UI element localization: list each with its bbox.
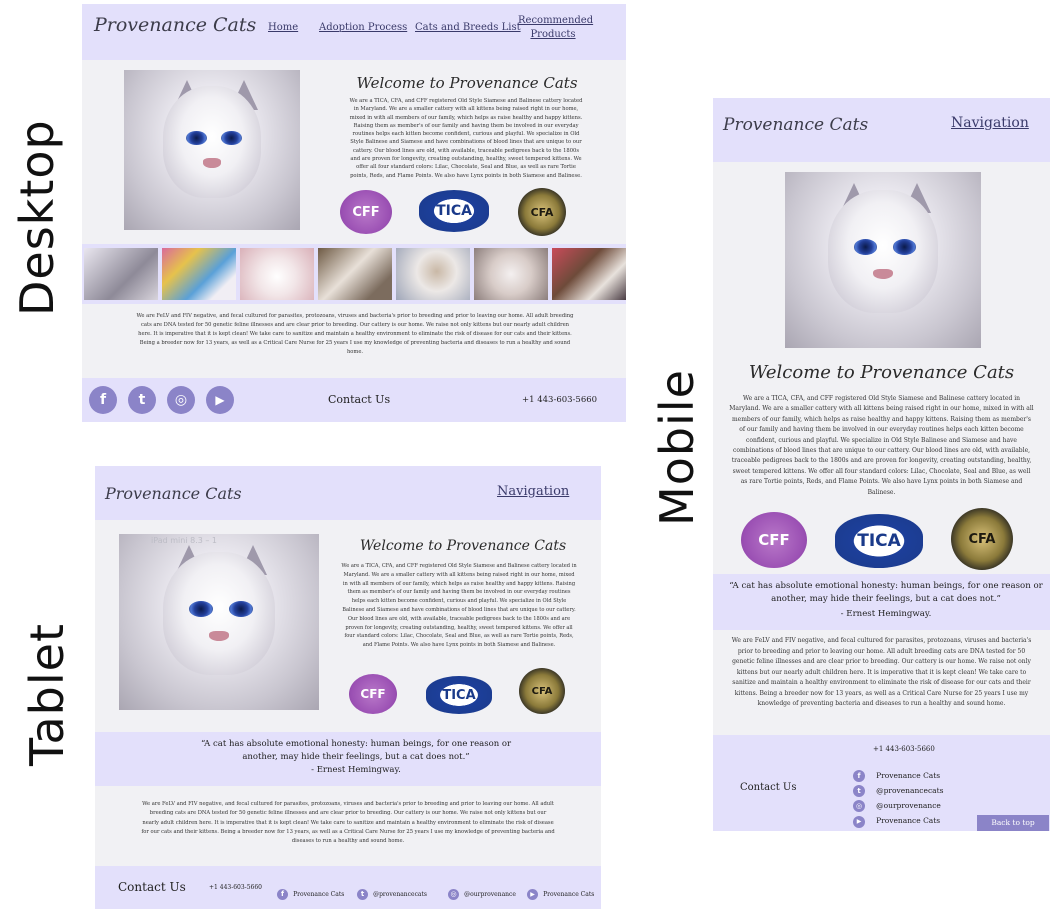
facebook-icon: f: [277, 889, 288, 900]
desktop-nav-adoption[interactable]: Adoption Process: [319, 22, 407, 33]
strip-photo: [552, 248, 626, 300]
tablet-frame-overlay-label: iPad mini 8.3 – 1: [151, 536, 217, 545]
tablet-nav-toggle[interactable]: Navigation: [497, 484, 569, 499]
desktop-intro-text: We are a TICA, CFA, and CFF registered O…: [349, 98, 583, 179]
youtube-icon[interactable]: ▶: [206, 386, 234, 414]
desktop-footer: f t ◎ ▶ Contact Us +1 443-603-5660: [82, 378, 626, 422]
mobile-intro-text: We are a TICA, CFA, and CFF registered O…: [729, 395, 1034, 496]
mobile-label: Mobile: [650, 369, 704, 526]
mobile-header: Provenance Cats Navigation: [713, 98, 1050, 162]
tablet-label: Tablet: [20, 623, 74, 766]
tablet-hero-cat-photo: [119, 534, 319, 710]
tablet-quote-band: “A cat has absolute emotional honesty: h…: [95, 732, 601, 786]
desktop-mockup: Provenance Cats Home Adoption Process Ca…: [82, 4, 626, 422]
instagram-icon[interactable]: ◎: [167, 386, 195, 414]
tablet-cfa-badge: CFA: [519, 668, 565, 714]
desktop-hero-cat-photo: [124, 70, 300, 230]
tablet-quote-author: - Ernest Hemingway.: [311, 765, 401, 775]
youtube-icon: ▶: [527, 889, 538, 900]
mobile-quote-author: - Ernest Hemingway.: [840, 609, 932, 619]
desktop-logo[interactable]: Provenance Cats: [94, 14, 256, 36]
mobile-health-text: We are FeLV and FIV negative, and fecal …: [731, 637, 1032, 707]
tablet-header: Provenance Cats Navigation: [95, 466, 601, 520]
strip-photo: [84, 248, 158, 300]
back-to-top-button[interactable]: Back to top: [977, 815, 1049, 831]
strip-photo: [318, 248, 392, 300]
desktop-health-text: We are FeLV and FIV negative, and fecal …: [136, 313, 574, 355]
desktop-cfa-badge: CFA: [518, 188, 566, 236]
mobile-cfa-badge: CFA: [951, 508, 1013, 570]
tablet-facebook-link[interactable]: f Provenance Cats: [277, 881, 344, 900]
mobile-nav-toggle[interactable]: Navigation: [951, 115, 1029, 131]
tablet-cff-badge: CFF: [349, 674, 397, 714]
mobile-footer: +1 443-603-5660 Contact Us f Provenance …: [713, 735, 1050, 831]
instagram-icon: ◎: [448, 889, 459, 900]
youtube-icon: ▶: [853, 816, 865, 828]
tablet-footer: Contact Us +1 443-603-5660 f Provenance …: [95, 866, 601, 909]
tablet-instagram-label: @ourprovenance: [464, 891, 516, 898]
tablet-health-text: We are FeLV and FIV negative, and fecal …: [141, 801, 555, 845]
desktop-header: Provenance Cats Home Adoption Process Ca…: [82, 4, 626, 60]
facebook-icon[interactable]: f: [89, 386, 117, 414]
strip-photo: [240, 248, 314, 300]
desktop-nav-home[interactable]: Home: [268, 22, 298, 33]
mobile-contact-us[interactable]: Contact Us: [740, 782, 796, 793]
tablet-phone[interactable]: +1 443-603-5660: [209, 884, 262, 891]
desktop-nav-cats[interactable]: Cats and Breeds List: [415, 22, 521, 33]
desktop-phone[interactable]: +1 443-603-5660: [522, 395, 597, 405]
desktop-label: Desktop: [10, 119, 64, 316]
tablet-youtube-link[interactable]: ▶ Provenance Cats: [527, 881, 594, 900]
strip-photo: [474, 248, 548, 300]
mobile-phone[interactable]: +1 443-603-5660: [873, 745, 935, 753]
tablet-youtube-label: Provenance Cats: [543, 891, 595, 898]
tablet-quote: “A cat has absolute emotional honesty: h…: [200, 739, 512, 762]
tablet-contact-us[interactable]: Contact Us: [118, 880, 186, 894]
mobile-youtube-link[interactable]: ▶ Provenance Cats: [853, 808, 940, 828]
mobile-quote: “A cat has absolute emotional honesty: h…: [729, 581, 1043, 604]
tablet-mockup: Provenance Cats Navigation iPad mini 8.3…: [95, 466, 601, 909]
twitter-icon: t: [357, 889, 368, 900]
tablet-instagram-link[interactable]: ◎ @ourprovenance: [448, 881, 516, 900]
twitter-icon[interactable]: t: [128, 386, 156, 414]
mobile-mockup: Provenance Cats Navigation Welcome to Pr…: [713, 98, 1050, 831]
tablet-logo[interactable]: Provenance Cats: [105, 484, 242, 503]
tablet-intro-text: We are a TICA, CFA, and CFF registered O…: [341, 563, 577, 649]
desktop-contact-us[interactable]: Contact Us: [328, 393, 390, 406]
mobile-cff-badge: CFF: [741, 512, 807, 568]
desktop-photo-strip: [82, 244, 626, 304]
desktop-cff-badge: CFF: [340, 190, 392, 234]
tablet-tica-badge: TICA: [426, 676, 492, 714]
mobile-youtube-label: Provenance Cats: [876, 816, 941, 825]
mobile-logo[interactable]: Provenance Cats: [723, 115, 868, 135]
desktop-tica-badge: TICA: [419, 190, 489, 232]
tablet-twitter-link[interactable]: t @provenancecats: [357, 881, 427, 900]
mobile-hero-cat-photo: [785, 172, 981, 348]
strip-photo: [396, 248, 470, 300]
tablet-facebook-label: Provenance Cats: [293, 891, 345, 898]
tablet-twitter-label: @provenancecats: [373, 891, 427, 898]
strip-photo: [162, 248, 236, 300]
mobile-quote-band: “A cat has absolute emotional honesty: h…: [713, 574, 1050, 630]
desktop-nav-products[interactable]: Recommended Products: [518, 14, 593, 42]
mobile-welcome-title: Welcome to Provenance Cats: [748, 362, 1015, 383]
mobile-tica-badge: TICA: [835, 514, 923, 568]
tablet-welcome-title: Welcome to Provenance Cats: [359, 538, 567, 554]
desktop-welcome-title: Welcome to Provenance Cats: [356, 74, 578, 92]
